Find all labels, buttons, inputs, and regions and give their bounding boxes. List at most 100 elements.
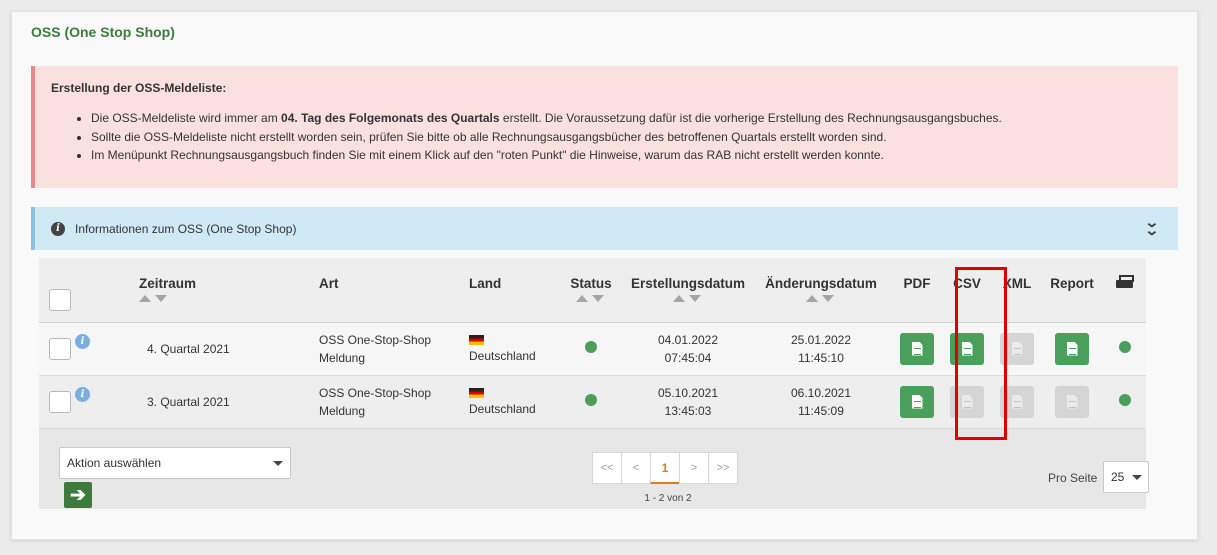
csv-file-icon — [961, 341, 973, 356]
page-title: OSS (One Stop Shop) — [31, 24, 175, 40]
alert-item: Im Menüpunkt Rechnungsausgangsbuch finde… — [91, 146, 1162, 165]
header-label: Erstellungsdatum — [630, 276, 746, 292]
csv-download-button[interactable] — [950, 332, 984, 365]
row-select-cell: i — [39, 375, 139, 429]
alert-list: Die OSS-Meldeliste wird immer am 04. Tag… — [51, 109, 1162, 165]
printer-icon[interactable] — [1116, 274, 1134, 290]
per-page-value: 25 — [1111, 470, 1125, 484]
pagination-last[interactable]: >> — [708, 452, 738, 484]
cell-land: Deutschland — [469, 375, 555, 429]
header-select-all — [39, 258, 139, 323]
report-download-button — [1055, 385, 1089, 418]
report-download-button[interactable] — [1055, 332, 1089, 365]
status-dot-icon — [585, 394, 597, 406]
time-label: 11:45:10 — [798, 350, 844, 365]
header-label: Land — [469, 276, 502, 292]
table-row: i 4. Quartal 2021 OSS One-Stop-Shop Meldu… — [39, 322, 1146, 376]
pdf-download-button[interactable] — [900, 385, 934, 418]
header-pdf: PDF — [893, 258, 941, 323]
cell-land: Deutschland — [469, 322, 555, 376]
art-line: Meldung — [319, 403, 366, 418]
time-label: 13:45:03 — [664, 403, 712, 418]
time-label: 07:45:04 — [664, 350, 712, 365]
header-art: Art — [319, 258, 469, 323]
germany-flag-icon — [469, 334, 484, 345]
cell-aenderungsdatum: 06.10.2021 11:45:09 — [749, 375, 893, 429]
art-line: Meldung — [319, 350, 366, 365]
xml-file-icon — [1011, 341, 1023, 356]
header-zeitraum[interactable]: Zeitraum — [139, 258, 319, 323]
cell-xml — [993, 375, 1041, 429]
header-xml: XML — [993, 258, 1041, 323]
pagination-count: 1 - 2 von 2 — [644, 493, 692, 504]
csv-download-button — [950, 385, 984, 418]
csv-file-icon — [961, 394, 973, 409]
header-label: Status — [570, 276, 612, 292]
cell-pdf — [893, 322, 941, 376]
date-label: 05.10.2021 — [657, 385, 719, 400]
per-page-label: Pro Seite — [1048, 471, 1098, 485]
cell-pdf — [893, 375, 941, 429]
cell-print-status — [1103, 375, 1146, 429]
time-label: 11:45:09 — [798, 403, 844, 418]
status-dot-icon — [1118, 394, 1131, 406]
double-chevron-down-icon[interactable]: ⌄ ⌄ — [1145, 215, 1160, 237]
date-label: 04.01.2022 — [657, 332, 719, 347]
cell-art: OSS One-Stop-Shop Meldung — [319, 375, 469, 429]
status-dot-icon — [1118, 341, 1131, 353]
art-line: OSS One-Stop-Shop — [319, 385, 432, 400]
sort-icon[interactable] — [139, 295, 169, 303]
cell-zeitraum: 3. Quartal 2021 — [139, 375, 319, 429]
cell-erstellungsdatum: 05.10.2021 13:45:03 — [627, 375, 749, 429]
header-status[interactable]: Status — [555, 258, 627, 323]
cell-csv — [941, 375, 993, 429]
row-checkbox[interactable] — [49, 337, 71, 360]
xml-download-button — [1000, 332, 1034, 365]
pdf-file-icon — [911, 341, 923, 356]
info-bar-toggle[interactable]: i Informationen zum OSS (One Stop Shop) … — [31, 207, 1178, 250]
info-icon[interactable]: i — [75, 386, 90, 402]
info-icon[interactable]: i — [75, 333, 90, 349]
oss-table: Zeitraum Art Land Status Erstellungsdatu… — [39, 258, 1146, 429]
header-print — [1103, 258, 1146, 323]
row-checkbox[interactable] — [49, 390, 71, 413]
pagination: << < 1 > >> — [592, 452, 738, 484]
cell-erstellungsdatum: 04.01.2022 07:45:04 — [627, 322, 749, 376]
cell-xml — [993, 322, 1041, 376]
header-erstellungsdatum[interactable]: Erstellungsdatum — [627, 258, 749, 323]
sort-icon[interactable] — [806, 295, 836, 303]
caret-down-icon — [1132, 475, 1142, 480]
info-bar-label: Informationen zum OSS (One Stop Shop) — [75, 221, 297, 236]
alert-title: Erstellung der OSS-Meldeliste: — [51, 81, 227, 95]
alert-item-text: erstellt. Die Voraussetzung dafür ist di… — [499, 111, 1002, 125]
germany-flag-icon — [469, 387, 484, 398]
pagination-prev[interactable]: < — [621, 452, 651, 484]
oss-alert: Erstellung der OSS-Meldeliste: Die OSS-M… — [31, 66, 1178, 188]
select-all-checkbox[interactable] — [49, 288, 71, 311]
header-report: Report — [1041, 258, 1103, 323]
report-file-icon — [1066, 394, 1078, 409]
land-label: Deutschland — [469, 401, 536, 416]
pagination-page-current[interactable]: 1 — [650, 452, 680, 484]
pdf-download-button[interactable] — [900, 332, 934, 365]
sort-icon[interactable] — [576, 295, 606, 303]
land-label: Deutschland — [469, 348, 536, 363]
arrow-right-icon: ➔ — [70, 484, 86, 506]
date-label: 06.10.2021 — [790, 385, 852, 400]
table-row: i 3. Quartal 2021 OSS One-Stop-Shop Meldu… — [39, 375, 1146, 429]
sort-icon[interactable] — [673, 295, 703, 303]
execute-action-button[interactable]: ➔ — [64, 482, 92, 508]
cell-zeitraum: 4. Quartal 2021 — [139, 322, 319, 376]
row-select-cell: i — [39, 322, 139, 376]
caret-down-icon — [273, 461, 283, 466]
pagination-first[interactable]: << — [592, 452, 622, 484]
header-label: Änderungsdatum — [765, 276, 877, 292]
alert-item: Die OSS-Meldeliste wird immer am 04. Tag… — [91, 109, 1162, 128]
pagination-next[interactable]: > — [679, 452, 709, 484]
header-aenderungsdatum[interactable]: Änderungsdatum — [749, 258, 893, 323]
header-label: CSV — [953, 276, 981, 292]
per-page-select[interactable]: 25 — [1103, 461, 1149, 493]
action-select[interactable]: Aktion auswählen — [59, 447, 291, 479]
cell-report — [1041, 322, 1103, 376]
alert-item-text: Die OSS-Meldeliste wird immer am — [91, 111, 282, 125]
